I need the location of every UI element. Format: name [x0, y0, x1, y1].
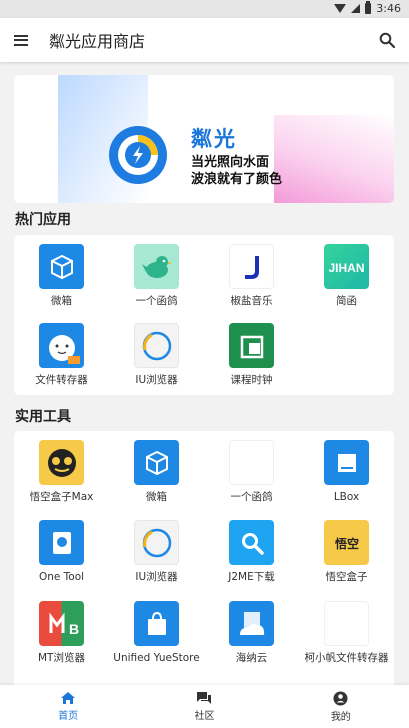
app-tile[interactable]: 一个函鸽: [109, 244, 204, 307]
jihan-logo-icon: JIHAN: [324, 244, 369, 289]
app-label: 柯小帆文件转存器: [304, 652, 389, 664]
app-tile[interactable]: 微箱: [109, 440, 204, 503]
app-title: 粼光应用商店: [49, 32, 146, 51]
app-label: J2ME下载: [228, 571, 275, 583]
app-label: 椒盐音乐: [230, 295, 273, 307]
nav-item-community[interactable]: 社区: [136, 685, 272, 728]
app-label: 简函: [336, 295, 357, 307]
promo-banner[interactable]: 粼光 当光照向水面 波浪就有了颜色: [14, 75, 394, 203]
blank-icon: [324, 601, 369, 646]
app-tile[interactable]: J2ME下载: [204, 520, 299, 583]
app-label: 微箱: [51, 295, 72, 307]
app-label: MT浏览器: [38, 652, 85, 664]
nav-label: 首页: [58, 711, 79, 722]
haina-cloud-icon: [229, 601, 274, 646]
app-tile[interactable]: B MT浏览器: [14, 601, 109, 664]
search-icon[interactable]: [379, 32, 395, 48]
cartoon-file-icon: [39, 323, 84, 368]
svg-text:B: B: [69, 621, 79, 637]
lbox-icon: [324, 440, 369, 485]
mt-browser-icon: B: [39, 601, 84, 646]
tools-card: 悟空盒子Max 微箱 一个函鸽 LBox One Tool IU浏览器 J2ME…: [14, 431, 394, 685]
app-tile[interactable]: 悟空盒子Max: [14, 440, 109, 503]
banner-decoration: [274, 115, 394, 203]
section-title-tools: 实用工具: [15, 409, 71, 425]
iu-browser-icon: [134, 323, 179, 368]
app-tile[interactable]: IU浏览器: [109, 520, 204, 583]
app-bar: 粼光应用商店: [0, 18, 409, 62]
app-tile[interactable]: JIHAN 简函: [299, 244, 394, 307]
app-tile[interactable]: 一个函鸽: [204, 440, 299, 503]
linguang-logo-icon: [109, 126, 167, 184]
app-tile[interactable]: 文件转存器: [14, 323, 109, 386]
yuestore-bag-icon: [134, 601, 179, 646]
app-label: Unified YueStore: [113, 652, 200, 664]
nav-label: 社区: [194, 711, 215, 722]
one-tool-icon: [39, 520, 84, 565]
app-label: 课程时钟: [230, 374, 273, 386]
app-label: 海纳云: [235, 652, 268, 664]
iu-browser-icon: [134, 520, 179, 565]
svg-text:悟空: 悟空: [334, 536, 358, 551]
blank-icon: [229, 440, 274, 485]
app-tile[interactable]: 海纳云: [204, 601, 299, 664]
cube-icon: [134, 440, 179, 485]
app-tile[interactable]: 悟空 悟空盒子: [299, 520, 394, 583]
menu-icon[interactable]: [14, 34, 28, 46]
cube-icon: [39, 244, 84, 289]
banner-brand: 粼光: [191, 127, 237, 151]
app-tile[interactable]: 课程时钟: [204, 323, 299, 386]
content-scroll[interactable]: 粼光 当光照向水面 波浪就有了颜色 热门应用 微箱 一个函鸽 椒盐音乐 JIHA…: [0, 62, 409, 685]
home-icon: [61, 692, 76, 704]
app-tile[interactable]: 椒盐音乐: [204, 244, 299, 307]
app-label: LBox: [333, 491, 360, 503]
wukong-max-icon: [39, 440, 84, 485]
wifi-icon: [334, 4, 347, 13]
app-label: 一个函鸽: [230, 491, 273, 503]
app-label: One Tool: [38, 571, 85, 583]
app-label: 微箱: [146, 491, 167, 503]
app-label: 悟空盒子Max: [29, 491, 94, 503]
course-clock-icon: [229, 323, 274, 368]
svg-text:JIHAN: JIHAN: [328, 261, 364, 275]
status-time: 3:46: [376, 2, 401, 15]
nav-item-profile[interactable]: 我的: [273, 685, 409, 728]
section-title-hot-apps: 热门应用: [15, 212, 71, 228]
app-tile[interactable]: One Tool: [14, 520, 109, 583]
app-label: IU浏览器: [135, 571, 178, 583]
bird-icon: [134, 244, 179, 289]
nav-label: 我的: [330, 711, 351, 723]
app-tile[interactable]: 微箱: [14, 244, 109, 307]
wukong-box-icon: 悟空: [324, 520, 369, 565]
app-tile[interactable]: IU浏览器: [109, 323, 204, 386]
account-icon: [333, 691, 348, 705]
music-j-icon: [229, 244, 274, 289]
app-tile[interactable]: 柯小帆文件转存器: [299, 601, 394, 664]
app-tile[interactable]: LBox: [299, 440, 394, 503]
app-tile[interactable]: Unified YueStore: [109, 601, 204, 664]
app-label: 文件转存器: [35, 374, 88, 386]
hot-apps-card: 微箱 一个函鸽 椒盐音乐 JIHAN 简函 文件转存器 IU浏览器 课程时钟: [14, 235, 394, 395]
app-label: IU浏览器: [135, 374, 178, 386]
cell-signal-icon: [351, 4, 361, 13]
nav-item-home[interactable]: 首页: [0, 685, 136, 728]
forum-icon: [197, 692, 212, 704]
j2me-search-icon: [229, 520, 274, 565]
app-label: 悟空盒子: [325, 571, 368, 583]
banner-slogan-line2: 波浪就有了颜色: [191, 172, 283, 187]
battery-icon: [365, 1, 372, 14]
app-label: 一个函鸽: [135, 295, 178, 307]
bottom-nav: 首页 社区 我的: [0, 685, 409, 728]
status-bar: 3:46: [0, 0, 409, 18]
